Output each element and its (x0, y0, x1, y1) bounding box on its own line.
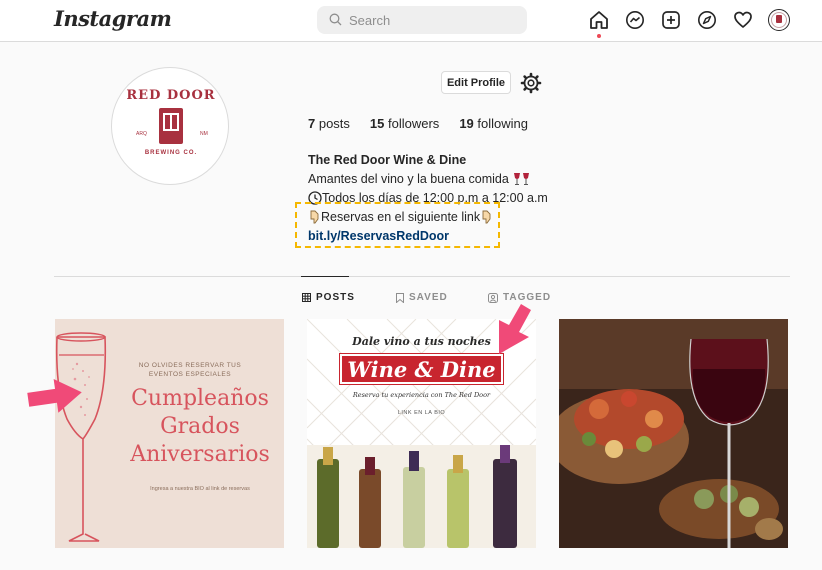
door-bar (170, 113, 172, 131)
tab-posts[interactable]: POSTS (302, 292, 355, 303)
wine-and-food-photo (559, 319, 788, 548)
post2-subtext: Reserva tu experiencia con The Red Door (352, 391, 491, 399)
wine-glasses-icon (514, 173, 530, 185)
pink-pointer-arrow-right (499, 304, 531, 354)
post2-link-text: LINK EN LA BIO (397, 410, 446, 416)
followers-label: followers (384, 116, 440, 131)
avatar-logo-left: ARQ (136, 131, 147, 137)
posts-label: posts (315, 116, 350, 131)
annotation-dashed-highlight (295, 202, 500, 248)
post1-line-1: Cumpleaños (131, 386, 269, 411)
edit-profile-button[interactable]: Edit Profile (441, 71, 511, 94)
top-navigation-bar: Instagram (0, 0, 822, 42)
posts-count: 7 posts (308, 116, 350, 131)
bio-text-1: Amantes del vino y la buena comida (308, 172, 513, 186)
search-icon (329, 13, 342, 26)
post2-banner: Wine & Dine (339, 353, 504, 385)
post1-reminder-text: NO OLVIDES RESERVAR TUS EVENTOS ESPECIAL… (138, 362, 242, 378)
instagram-logo[interactable]: Instagram (54, 6, 172, 31)
pink-pointer-arrow-left (27, 379, 82, 413)
post-thumbnail-1[interactable]: NO OLVIDES RESERVAR TUS EVENTOS ESPECIAL… (55, 319, 284, 548)
profile-avatar-nav[interactable] (768, 9, 790, 31)
post1-line-2: Grados (160, 414, 240, 439)
followers-number: 15 (369, 116, 385, 131)
search-box[interactable] (317, 6, 527, 34)
red-door-icon (159, 108, 183, 144)
home-icon[interactable] (588, 9, 610, 31)
tab-posts-label: POSTS (316, 292, 355, 303)
settings-gear-icon[interactable] (520, 72, 542, 94)
bio-line-1: Amantes del vino y la buena comida (308, 170, 548, 189)
active-tab-indicator (301, 276, 349, 277)
post1-line-3: Aniversarios (130, 442, 270, 467)
following-number: 19 (459, 116, 474, 131)
grid-icon (302, 293, 311, 302)
tabs-divider (54, 276, 790, 277)
following-label: following (473, 116, 528, 131)
followers-count[interactable]: 15 followers (370, 116, 439, 131)
profile-stats: 7 posts 15 followers 19 following (308, 116, 548, 131)
post1-headline: Cumpleaños Grados Aniversarios (110, 385, 284, 469)
tagged-user-icon (488, 292, 498, 303)
post-thumbnail-3[interactable] (559, 319, 788, 548)
avatar-logo-title: RED DOOR (126, 88, 216, 103)
tab-saved[interactable]: SAVED (396, 292, 448, 303)
activity-heart-icon[interactable] (732, 9, 754, 31)
explore-icon[interactable] (696, 9, 718, 31)
profile-picture[interactable]: RED DOOR ARQ NM BREWING CO. (111, 67, 229, 185)
tab-saved-label: SAVED (409, 292, 448, 303)
search-input[interactable] (349, 6, 519, 34)
following-count[interactable]: 19 following (459, 116, 528, 131)
post1-footer-text: Ingresa a nuestra BIO al link de reserva… (150, 486, 250, 492)
avatar-logo-right: NM (200, 131, 208, 137)
new-post-icon[interactable] (660, 9, 682, 31)
profile-name: The Red Door Wine & Dine (308, 153, 467, 167)
bookmark-icon (396, 292, 404, 303)
avatar-logo-subtitle: BREWING CO. (144, 150, 198, 156)
red-door-mini-icon (776, 15, 782, 23)
active-indicator-dot (597, 34, 601, 38)
messenger-icon[interactable] (624, 9, 646, 31)
